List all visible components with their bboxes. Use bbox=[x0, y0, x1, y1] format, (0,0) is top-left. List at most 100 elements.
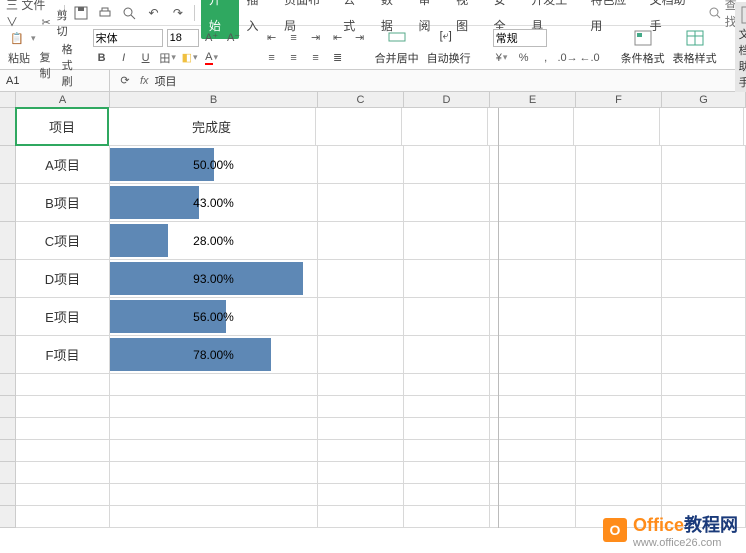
align-bottom-icon[interactable]: ⇥ bbox=[307, 29, 325, 47]
row-header[interactable] bbox=[0, 336, 16, 374]
row-header[interactable] bbox=[0, 184, 16, 222]
cell[interactable] bbox=[404, 374, 490, 395]
cell[interactable] bbox=[16, 484, 110, 505]
col-header-e[interactable]: E bbox=[490, 92, 576, 107]
cell-label[interactable]: A项目 bbox=[16, 146, 110, 183]
cell[interactable] bbox=[318, 222, 404, 259]
cell[interactable] bbox=[490, 298, 576, 335]
cell[interactable] bbox=[660, 108, 744, 145]
fill-color-icon[interactable]: ◧▾ bbox=[181, 49, 199, 67]
cell[interactable] bbox=[662, 484, 746, 505]
cell[interactable] bbox=[16, 440, 110, 461]
italic-icon[interactable]: I bbox=[115, 49, 133, 67]
undo-icon[interactable]: ↶ bbox=[145, 4, 161, 22]
col-header-a[interactable]: A bbox=[16, 92, 110, 107]
increase-font-icon[interactable]: A⁺ bbox=[203, 29, 221, 47]
wrap-button[interactable]: [⤶] 自动换行 bbox=[425, 30, 473, 66]
save-icon[interactable] bbox=[72, 4, 88, 22]
cell[interactable] bbox=[576, 222, 662, 259]
row-header[interactable] bbox=[0, 440, 16, 462]
col-header-b[interactable]: B bbox=[110, 92, 318, 107]
cell[interactable] bbox=[404, 396, 490, 417]
cell[interactable] bbox=[576, 298, 662, 335]
cell[interactable] bbox=[662, 184, 746, 221]
cell[interactable] bbox=[576, 336, 662, 373]
cell[interactable] bbox=[404, 184, 490, 221]
cell[interactable] bbox=[110, 462, 318, 483]
cell[interactable] bbox=[404, 260, 490, 297]
cell[interactable] bbox=[110, 418, 318, 439]
cell[interactable] bbox=[490, 374, 576, 395]
cell[interactable] bbox=[318, 336, 404, 373]
font-size-input[interactable] bbox=[167, 29, 199, 47]
cell[interactable] bbox=[662, 418, 746, 439]
dec-decimal-icon[interactable]: ←.0 bbox=[581, 49, 599, 67]
cell[interactable] bbox=[488, 108, 574, 145]
cell[interactable] bbox=[576, 396, 662, 417]
row-header[interactable] bbox=[0, 260, 16, 298]
cell[interactable] bbox=[318, 506, 404, 527]
col-header-d[interactable]: D bbox=[404, 92, 490, 107]
cell[interactable] bbox=[662, 146, 746, 183]
row-header[interactable] bbox=[0, 396, 16, 418]
cell[interactable] bbox=[576, 184, 662, 221]
fx-icon[interactable]: fx bbox=[140, 75, 149, 87]
cut-button[interactable]: ✂剪切 bbox=[40, 7, 73, 39]
cell[interactable] bbox=[576, 484, 662, 505]
redo-icon[interactable]: ↷ bbox=[170, 4, 186, 22]
cell-databar[interactable]: 56.00% bbox=[110, 298, 318, 335]
cell-label[interactable]: B项目 bbox=[16, 184, 110, 221]
cell[interactable] bbox=[404, 440, 490, 461]
cell[interactable] bbox=[16, 462, 110, 483]
cell[interactable] bbox=[490, 336, 576, 373]
cell[interactable] bbox=[490, 146, 576, 183]
cell[interactable] bbox=[318, 440, 404, 461]
cell-a1[interactable]: 项目 bbox=[15, 107, 109, 146]
cell[interactable] bbox=[490, 184, 576, 221]
cell[interactable] bbox=[576, 260, 662, 297]
cell[interactable] bbox=[318, 184, 404, 221]
currency-icon[interactable]: ¥▾ bbox=[493, 49, 511, 67]
cell[interactable] bbox=[574, 108, 660, 145]
align-right-icon[interactable]: ≡ bbox=[307, 49, 325, 67]
border-icon[interactable]: 田▾ bbox=[159, 49, 177, 67]
cell-label[interactable]: E项目 bbox=[16, 298, 110, 335]
paste-button[interactable]: 📋▾ bbox=[8, 30, 36, 48]
row-header[interactable] bbox=[0, 506, 16, 528]
cell[interactable] bbox=[16, 396, 110, 417]
cell[interactable] bbox=[404, 336, 490, 373]
align-top-icon[interactable]: ⇤ bbox=[263, 29, 281, 47]
cell[interactable] bbox=[576, 418, 662, 439]
print-icon[interactable] bbox=[97, 4, 113, 22]
row-header[interactable] bbox=[0, 108, 16, 146]
cell-databar[interactable]: 93.00% bbox=[110, 260, 318, 297]
cell[interactable] bbox=[662, 222, 746, 259]
cell[interactable] bbox=[110, 374, 318, 395]
cell[interactable] bbox=[404, 222, 490, 259]
comma-icon[interactable]: , bbox=[537, 49, 555, 67]
cell-label[interactable]: D项目 bbox=[16, 260, 110, 297]
cell[interactable] bbox=[662, 374, 746, 395]
cell[interactable] bbox=[490, 396, 576, 417]
row-header[interactable] bbox=[0, 462, 16, 484]
cell[interactable] bbox=[404, 298, 490, 335]
cell[interactable] bbox=[318, 484, 404, 505]
cell-label[interactable]: F项目 bbox=[16, 336, 110, 373]
justify-icon[interactable]: ≣ bbox=[329, 49, 347, 67]
cell[interactable] bbox=[316, 108, 402, 145]
table-style-button[interactable]: 表格样式 bbox=[671, 30, 719, 66]
col-header-g[interactable]: G bbox=[662, 92, 746, 107]
cell[interactable] bbox=[404, 146, 490, 183]
font-color-icon[interactable]: A▾ bbox=[203, 49, 221, 67]
preview-icon[interactable] bbox=[121, 4, 137, 22]
cell-databar[interactable]: 50.00% bbox=[110, 146, 318, 183]
cell[interactable] bbox=[662, 440, 746, 461]
cell[interactable] bbox=[318, 462, 404, 483]
cell[interactable] bbox=[490, 484, 576, 505]
cell[interactable] bbox=[404, 462, 490, 483]
cell[interactable] bbox=[404, 506, 490, 527]
bold-icon[interactable]: B bbox=[93, 49, 111, 67]
cell-databar[interactable]: 43.00% bbox=[110, 184, 318, 221]
row-header[interactable] bbox=[0, 298, 16, 336]
cell[interactable] bbox=[490, 462, 576, 483]
